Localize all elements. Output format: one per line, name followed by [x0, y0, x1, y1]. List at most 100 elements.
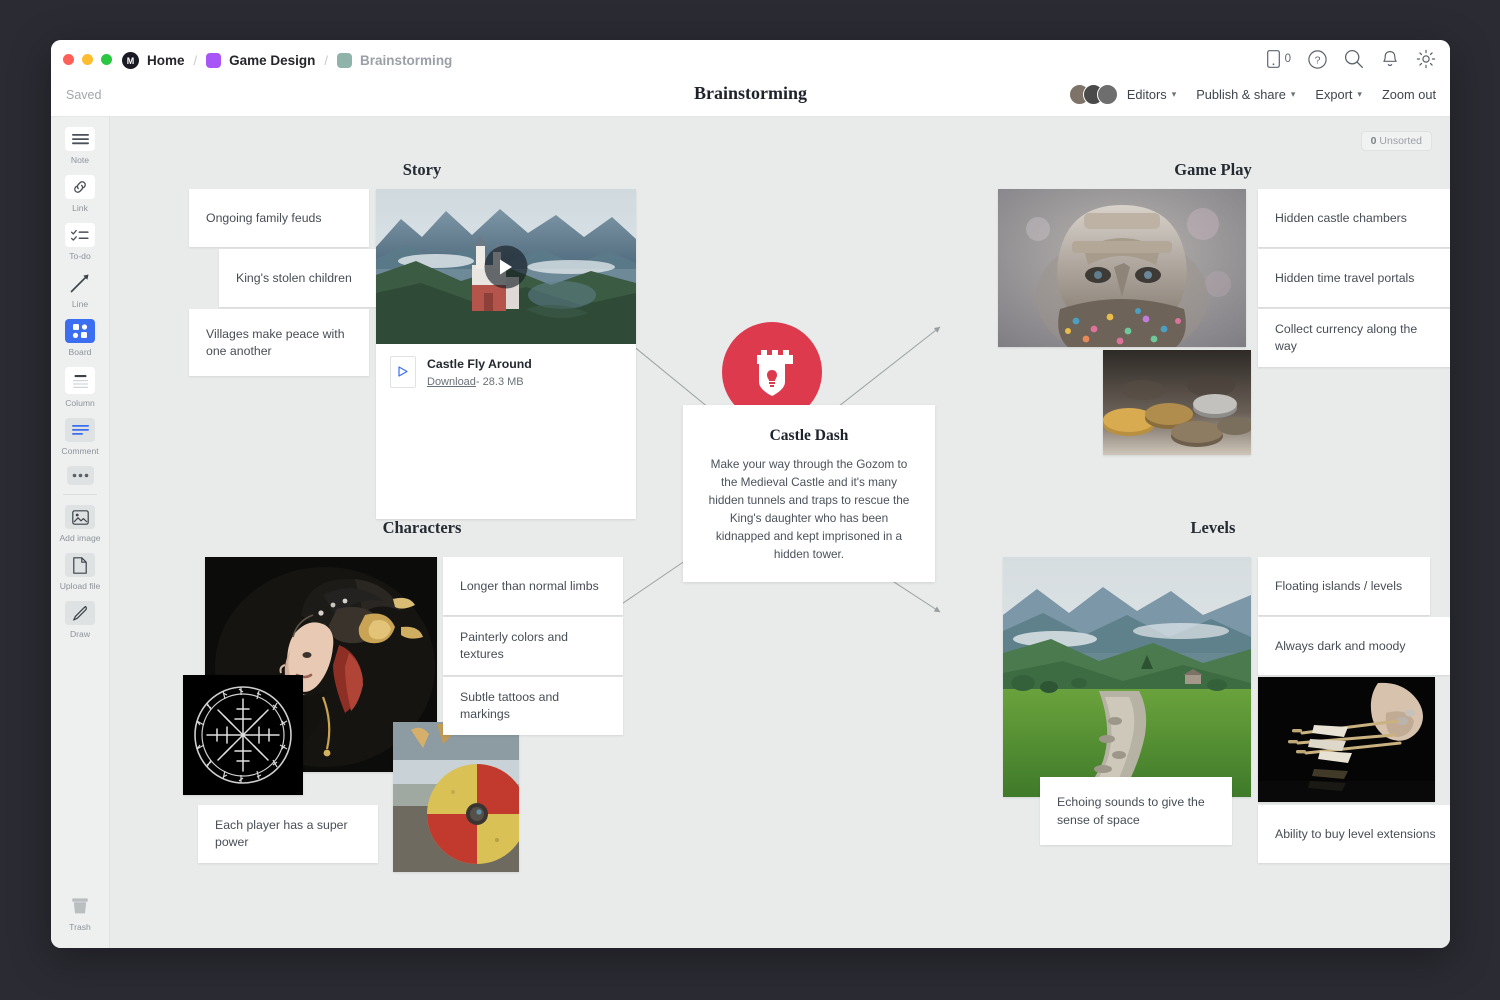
download-link[interactable]: Download — [427, 376, 476, 388]
maximize-window-button[interactable] — [101, 54, 112, 65]
image-card-arrows[interactable] — [1258, 677, 1435, 802]
image-card-shield[interactable] — [393, 722, 519, 872]
avatar-group — [1068, 84, 1118, 105]
sidebar-item-draw[interactable]: Draw — [51, 591, 109, 639]
note-card[interactable]: Floating islands / levels — [1258, 557, 1430, 615]
sidebar-item-column[interactable]: Column — [51, 357, 109, 408]
note-card[interactable]: Always dark and moody — [1258, 617, 1450, 675]
note-text: Hidden castle chambers — [1275, 210, 1407, 225]
close-window-button[interactable] — [63, 54, 74, 65]
note-card[interactable]: Ability to buy level extensions — [1258, 805, 1450, 863]
sidebar-item-add-image[interactable]: Add image — [51, 495, 109, 543]
sidebar-item-upload-file[interactable]: Upload file — [51, 543, 109, 591]
line-icon — [65, 271, 95, 295]
comment-icon — [65, 418, 95, 442]
chevron-down-icon: ▾ — [1290, 89, 1296, 99]
breadcrumb-separator-2: / — [324, 53, 329, 68]
image-card-landscape[interactable] — [1003, 557, 1251, 797]
sidebar-label-board: Board — [68, 347, 92, 357]
search-icon[interactable] — [1344, 49, 1364, 69]
sidebar-item-todo[interactable]: To-do — [51, 213, 109, 261]
link-icon — [65, 175, 95, 199]
export-menu[interactable]: Export ▾ — [1315, 87, 1362, 102]
breadcrumb-item-brainstorming[interactable]: Brainstorming — [360, 53, 452, 68]
image-icon — [65, 505, 95, 529]
editors-menu[interactable]: Editors ▾ — [1068, 84, 1177, 105]
sidebar-item-link[interactable]: Link — [51, 165, 109, 213]
mobile-icon[interactable]: 0 — [1266, 50, 1291, 68]
editors-label: Editors — [1126, 87, 1167, 102]
sidebar-label-link: Link — [72, 203, 88, 213]
note-text: Always dark and moody — [1275, 638, 1406, 653]
board-icon — [65, 319, 95, 343]
note-card[interactable]: Ongoing family feuds — [189, 189, 369, 247]
note-card[interactable]: Echoing sounds to give the sense of spac… — [1040, 777, 1232, 845]
breadcrumb-swatch-brainstorming — [337, 53, 353, 68]
video-meta: Castle Fly Around Download- 28.3 MB — [376, 344, 636, 399]
settings-icon[interactable] — [1416, 49, 1436, 69]
breadcrumb-item-home[interactable]: Home — [147, 53, 185, 68]
image-card-runes[interactable] — [183, 675, 303, 795]
sidebar-item-trash[interactable]: Trash — [51, 884, 109, 932]
todo-icon — [65, 223, 95, 247]
svg-text:?: ? — [1315, 54, 1321, 66]
section-title-story: Story — [402, 160, 442, 179]
image-card-warrior[interactable] — [998, 189, 1246, 347]
sidebar-item-board[interactable]: Board — [51, 309, 109, 357]
sidebar-item-more[interactable] — [51, 456, 109, 485]
video-thumbnail[interactable] — [376, 189, 636, 344]
chevron-down-icon: ▾ — [1357, 89, 1362, 99]
section-title-levels: Levels — [1190, 518, 1236, 537]
video-title: Castle Fly Around — [427, 357, 532, 371]
zoom-out-button[interactable]: Zoom out — [1382, 87, 1436, 102]
help-icon[interactable]: ? — [1308, 49, 1327, 69]
breadcrumb-item-game-design[interactable]: Game Design — [229, 53, 315, 68]
header-icon-group: 0 ? — [1266, 49, 1436, 69]
image-card-coins[interactable] — [1103, 350, 1251, 455]
sidebar-item-comment[interactable]: Comment — [51, 408, 109, 456]
note-icon — [65, 127, 95, 151]
unsorted-badge[interactable]: 0 Unsorted — [1360, 131, 1432, 151]
note-card[interactable]: King's stolen children — [219, 249, 399, 307]
note-text: Ability to buy level extensions — [1275, 826, 1436, 841]
sidebar-label-comment: Comment — [61, 446, 99, 456]
note-card[interactable]: Villages make peace with one another — [189, 309, 369, 376]
sidebar-item-note[interactable]: Note — [51, 117, 109, 165]
section-title-characters: Characters — [382, 518, 462, 537]
trash-icon — [65, 894, 95, 918]
publish-share-menu[interactable]: Publish & share ▾ — [1196, 87, 1295, 102]
board-canvas[interactable]: 0 Unsorted Story Ongoing family feuds Ki… — [110, 117, 1450, 948]
note-card[interactable]: Subtle tattoos and markings — [443, 677, 623, 735]
breadcrumb-swatch-game-design — [206, 53, 222, 68]
notifications-icon[interactable] — [1381, 50, 1399, 69]
note-text: Collect currency along the way — [1275, 322, 1418, 353]
note-card[interactable]: Longer than normal limbs — [443, 557, 623, 615]
note-text: Longer than normal limbs — [460, 578, 599, 593]
sidebar-label-column: Column — [65, 398, 95, 408]
header-actions: Editors ▾ Publish & share ▾ Export ▾ Zoo… — [1068, 84, 1436, 105]
video-card[interactable]: Castle Fly Around Download- 28.3 MB — [376, 189, 636, 519]
note-card[interactable]: Collect currency along the way — [1258, 309, 1450, 367]
chevron-down-icon: ▾ — [1171, 89, 1177, 99]
sidebar-item-line[interactable]: Line — [51, 261, 109, 309]
castle-shield-logo-icon — [757, 350, 793, 396]
sidebar-label-draw: Draw — [69, 629, 91, 639]
note-text: Subtle tattoos and markings — [460, 690, 560, 721]
note-card[interactable]: Hidden time travel portals — [1258, 249, 1450, 307]
note-card[interactable]: Each player has a super power — [198, 805, 378, 863]
window-controls[interactable] — [63, 54, 112, 65]
arrow-to-game-play — [824, 326, 941, 418]
sidebar-label-line: Line — [71, 299, 89, 309]
sidebar-label-trash: Trash — [69, 922, 91, 932]
note-card[interactable]: Painterly colors and textures — [443, 617, 623, 675]
video-file-icon — [390, 355, 416, 388]
app-logo-icon: M — [122, 52, 139, 69]
note-card[interactable]: Hidden castle chambers — [1258, 189, 1450, 247]
hub-description: Make your way through the Gozom to the M… — [708, 457, 910, 561]
more-icon — [66, 466, 94, 485]
minimize-window-button[interactable] — [82, 54, 93, 65]
file-icon — [65, 553, 95, 577]
play-button[interactable] — [484, 245, 528, 288]
warrior-helmet-image — [998, 189, 1246, 347]
castle-dash-card[interactable]: Castle Dash Make your way through the Go… — [683, 405, 935, 582]
